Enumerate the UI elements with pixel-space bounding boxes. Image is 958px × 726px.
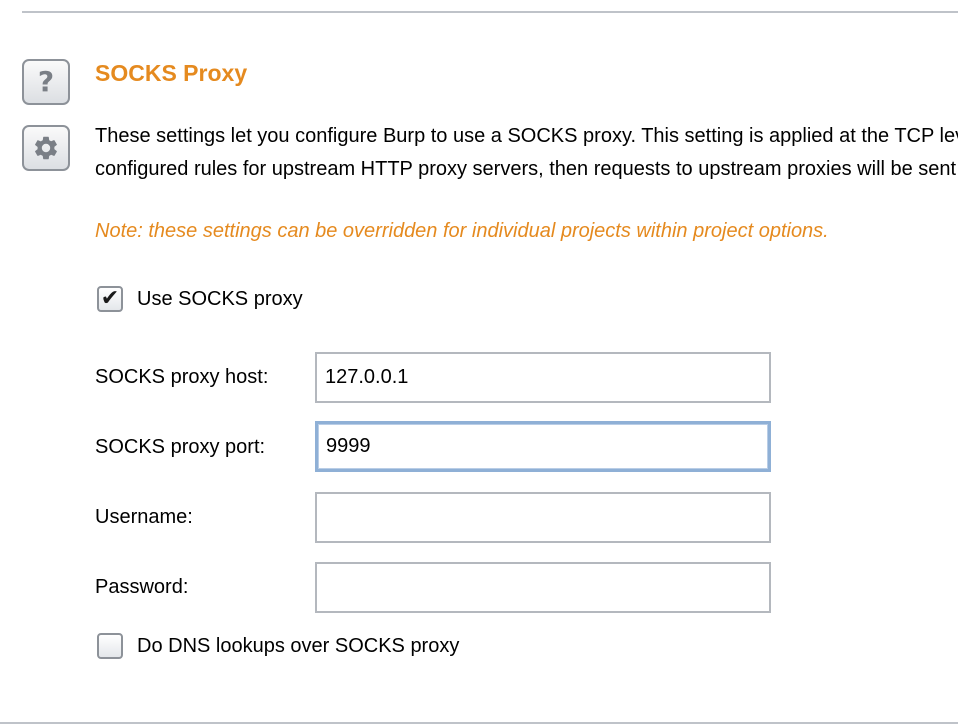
settings-button[interactable] <box>22 125 70 171</box>
host-input[interactable] <box>315 352 771 403</box>
password-label: Password: <box>95 576 189 598</box>
description-line: These settings let you configure Burp to… <box>95 125 958 147</box>
section-title: SOCKS Proxy <box>95 60 248 86</box>
password-input[interactable] <box>315 562 771 613</box>
username-label: Username: <box>95 506 193 528</box>
socks-proxy-settings-panel: ? SOCKS Proxy These settings let you con… <box>0 0 958 726</box>
override-note: Note: these settings can be overridden f… <box>95 220 829 242</box>
bottom-divider <box>0 722 958 724</box>
port-input[interactable] <box>315 421 771 472</box>
username-input[interactable] <box>315 492 771 543</box>
host-label: SOCKS proxy host: <box>95 366 269 388</box>
gear-icon <box>35 136 57 160</box>
port-label: SOCKS proxy port: <box>95 436 266 458</box>
dns-over-socks-label: Do DNS lookups over SOCKS proxy <box>137 634 460 657</box>
dns-over-socks-checkbox[interactable] <box>97 633 123 659</box>
use-socks-checkbox-row[interactable]: ✔ Use SOCKS proxy <box>97 286 303 312</box>
help-icon: ? <box>37 65 55 98</box>
help-button[interactable]: ? <box>22 59 70 105</box>
top-divider <box>22 11 958 13</box>
dns-checkbox-row[interactable]: Do DNS lookups over SOCKS proxy <box>97 633 459 659</box>
section-description: These settings let you configure Burp to… <box>95 120 958 186</box>
description-line: configured rules for upstream HTTP proxy… <box>95 158 958 180</box>
use-socks-checkbox[interactable]: ✔ <box>97 286 123 312</box>
checkmark-icon: ✔ <box>100 286 120 311</box>
use-socks-label: Use SOCKS proxy <box>137 287 303 310</box>
